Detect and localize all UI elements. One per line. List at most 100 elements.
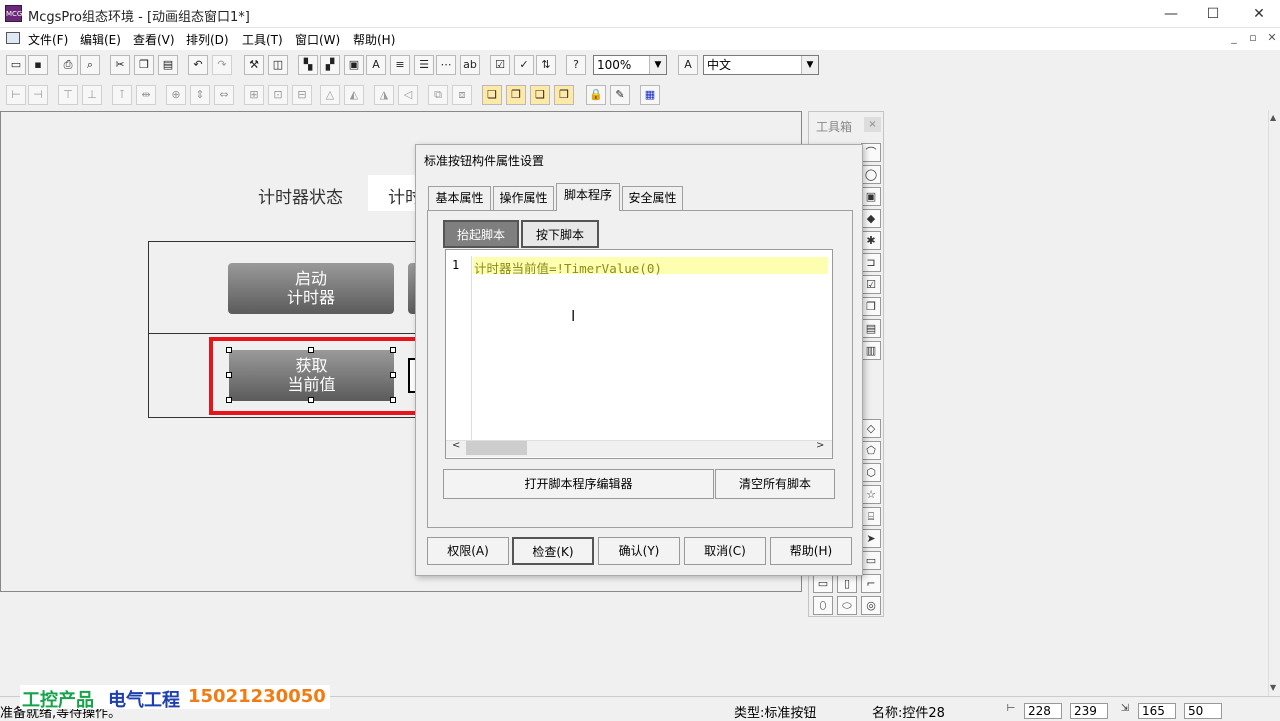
star-icon[interactable]: ☆ bbox=[861, 485, 881, 504]
bring-front-icon[interactable]: ❏ bbox=[482, 85, 502, 105]
start-timer-button[interactable]: 启动 计时器 bbox=[228, 263, 394, 314]
scroll-down-icon[interactable]: ▼ bbox=[1270, 683, 1276, 692]
align-hcenter-icon[interactable]: ⇹ bbox=[136, 85, 156, 105]
ellipse-icon[interactable]: ◯ bbox=[861, 165, 881, 184]
fill-color-icon[interactable]: ▚ bbox=[298, 55, 318, 75]
font-color-icon[interactable]: ▣ bbox=[344, 55, 364, 75]
resize-handle[interactable] bbox=[226, 347, 232, 353]
vertical-bar-icon[interactable]: ▯ bbox=[837, 574, 857, 593]
align-vcenter-icon[interactable]: ⊺ bbox=[112, 85, 132, 105]
frame-shape-icon[interactable]: ▭ bbox=[861, 551, 881, 570]
tab-operation[interactable]: 操作属性 bbox=[493, 186, 554, 210]
grid-icon[interactable]: ⋯ bbox=[436, 55, 456, 75]
align-right-icon[interactable]: ⊣ bbox=[28, 85, 48, 105]
script-editor[interactable] bbox=[445, 249, 833, 459]
line-style-icon[interactable]: ≡ bbox=[390, 55, 410, 75]
same-size-icon[interactable]: ⊞ bbox=[244, 85, 264, 105]
language-icon[interactable]: A bbox=[678, 55, 698, 75]
forward-icon[interactable]: ❑ bbox=[530, 85, 550, 105]
mdi-minimize-button[interactable]: _ bbox=[1225, 31, 1243, 47]
zoom-select[interactable]: 100% ▼ bbox=[593, 55, 667, 75]
tab-security[interactable]: 安全属性 bbox=[622, 186, 683, 210]
horizontal-bar-icon[interactable]: ▭ bbox=[813, 574, 833, 593]
menu-window[interactable]: 窗口(W) bbox=[295, 31, 340, 48]
oval-icon[interactable]: ⬭ bbox=[837, 596, 857, 615]
toolbox-close-icon[interactable]: × bbox=[864, 117, 881, 132]
document-icon[interactable] bbox=[6, 32, 20, 44]
cancel-button[interactable]: 取消(C) bbox=[684, 537, 766, 565]
report-icon[interactable]: ▥ bbox=[861, 341, 881, 360]
copy-icon[interactable]: ❐ bbox=[134, 55, 154, 75]
save-icon[interactable]: ▪ bbox=[28, 55, 48, 75]
list-icon[interactable]: ❐ bbox=[861, 297, 881, 316]
mdi-close-button[interactable]: ✕ bbox=[1263, 31, 1280, 47]
menu-file[interactable]: 文件(F) bbox=[28, 31, 68, 48]
redo-icon[interactable]: ↷ bbox=[212, 55, 232, 75]
diamond-icon[interactable]: ◇ bbox=[861, 419, 881, 438]
print-preview-icon[interactable]: ⌕ bbox=[80, 55, 100, 75]
flip-v-icon[interactable]: △ bbox=[320, 85, 340, 105]
permission-button[interactable]: 权限(A) bbox=[427, 537, 509, 565]
undo-icon[interactable]: ↶ bbox=[188, 55, 208, 75]
open-script-editor-button[interactable]: 打开脚本程序编辑器 bbox=[443, 469, 714, 499]
menu-tools[interactable]: 工具(T) bbox=[242, 31, 283, 48]
align-bottom-icon[interactable]: ⊥ bbox=[82, 85, 102, 105]
clear-all-scripts-button[interactable]: 清空所有脚本 bbox=[715, 469, 835, 499]
menu-arrange[interactable]: 排列(D) bbox=[186, 31, 229, 48]
resize-handle[interactable] bbox=[226, 372, 232, 378]
properties-icon[interactable]: ☑ bbox=[490, 55, 510, 75]
scroll-up-icon[interactable]: ▲ bbox=[1270, 113, 1276, 122]
resize-handle[interactable] bbox=[390, 397, 396, 403]
print-icon[interactable]: ⎙ bbox=[58, 55, 78, 75]
distribute-icon[interactable]: ⊟ bbox=[292, 85, 312, 105]
help-icon[interactable]: ? bbox=[566, 55, 586, 75]
corner-icon[interactable]: ⌐ bbox=[861, 574, 881, 593]
same-width-icon[interactable]: ⇔ bbox=[214, 85, 234, 105]
menu-edit[interactable]: 编辑(E) bbox=[80, 31, 121, 48]
mdi-restore-button[interactable]: ▫ bbox=[1244, 31, 1262, 47]
same-height-icon[interactable]: ⇕ bbox=[190, 85, 210, 105]
flow-icon[interactable]: ◆ bbox=[861, 209, 881, 228]
check-icon[interactable]: ✓ bbox=[514, 55, 534, 75]
brush-icon[interactable]: ✎ bbox=[610, 85, 630, 105]
menu-view[interactable]: 查看(V) bbox=[133, 31, 175, 48]
window-icon[interactable]: ▤ bbox=[861, 319, 881, 338]
paste-icon[interactable]: ▤ bbox=[158, 55, 178, 75]
menu-help[interactable]: 帮助(H) bbox=[353, 31, 395, 48]
lock-icon[interactable]: 🔒 bbox=[586, 85, 606, 105]
image-icon[interactable]: ▣ bbox=[861, 187, 881, 206]
text-edit-icon[interactable]: ab bbox=[460, 55, 480, 75]
center-icon[interactable]: ⊕ bbox=[166, 85, 186, 105]
ungroup-icon[interactable]: ⧈ bbox=[452, 85, 472, 105]
tools-icon[interactable]: ⚒ bbox=[244, 55, 264, 75]
hexagon-icon[interactable]: ⬡ bbox=[861, 463, 881, 482]
line-type-icon[interactable]: ☰ bbox=[414, 55, 434, 75]
rotate-icon[interactable]: ◭ bbox=[344, 85, 364, 105]
resize-handle[interactable] bbox=[390, 347, 396, 353]
group-icon[interactable]: ⧉ bbox=[428, 85, 448, 105]
new-window-icon[interactable]: ▭ bbox=[6, 55, 26, 75]
language-select[interactable]: 中文 ▼ bbox=[703, 55, 819, 75]
help-button[interactable]: 帮助(H) bbox=[770, 537, 852, 565]
layers-icon[interactable]: ◫ bbox=[268, 55, 288, 75]
frame-icon[interactable]: ⊡ bbox=[268, 85, 288, 105]
pentagon-icon[interactable]: ⬠ bbox=[861, 441, 881, 460]
checkbox-icon[interactable]: ☑ bbox=[861, 275, 881, 294]
sort-icon[interactable]: ⇅ bbox=[536, 55, 556, 75]
resize-handle[interactable] bbox=[308, 347, 314, 353]
tag-icon[interactable]: ⬯ bbox=[813, 596, 833, 615]
backward-icon[interactable]: ❒ bbox=[554, 85, 574, 105]
scroll-left-icon[interactable]: < bbox=[452, 440, 460, 451]
grid-blocks-icon[interactable]: ▦ bbox=[640, 85, 660, 105]
get-current-value-button[interactable]: 获取 当前值 bbox=[229, 350, 394, 401]
maximize-button[interactable]: ☐ bbox=[1190, 0, 1236, 28]
send-back-icon[interactable]: ❐ bbox=[506, 85, 526, 105]
resize-handle[interactable] bbox=[308, 397, 314, 403]
align-top-icon[interactable]: ⊤ bbox=[58, 85, 78, 105]
pipe-icon[interactable]: ⊐ bbox=[861, 253, 881, 272]
minimize-button[interactable]: — bbox=[1148, 0, 1194, 28]
vertical-scrollbar[interactable]: ▲ ▼ bbox=[1268, 110, 1280, 696]
arc-icon[interactable]: ⌒ bbox=[861, 143, 881, 162]
ring-icon[interactable]: ◎ bbox=[861, 596, 881, 615]
check-button[interactable]: 检查(K) bbox=[512, 537, 594, 565]
